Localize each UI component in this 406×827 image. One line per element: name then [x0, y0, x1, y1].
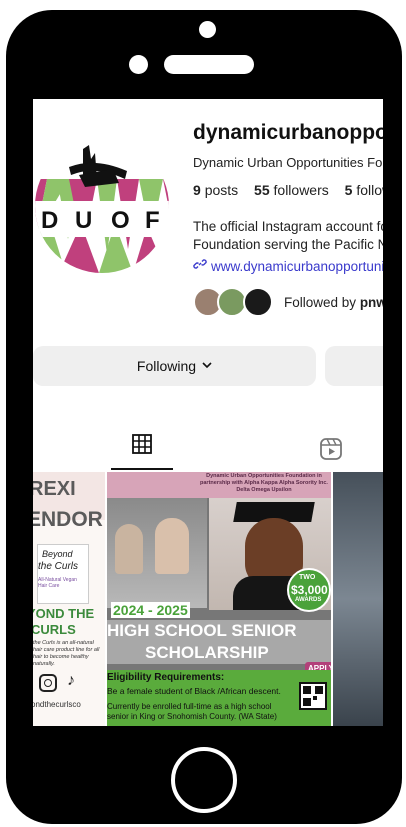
followers-label: followers [273, 182, 329, 198]
followed-by-text[interactable]: Followed by pnw [284, 295, 383, 310]
badge-line-2: AWARDS [295, 597, 322, 603]
post-tile-vendor[interactable]: REXI ENDOR Beyond the Curls All-Natural … [33, 472, 105, 726]
grid-icon [132, 434, 152, 459]
vendor-handle: ondthecurlsco [33, 700, 81, 709]
tab-posts-grid[interactable] [111, 434, 173, 470]
tab-reels[interactable] [319, 437, 343, 461]
post-3-image [333, 472, 383, 726]
vendor-description: the Curls is an all-natural hair care pr… [33, 640, 100, 667]
following-button-label: Following [136, 358, 197, 374]
bg-graduate-2 [155, 518, 189, 574]
badge-amount: $3,000 [291, 583, 328, 597]
vendor-line-2: ENDOR [33, 508, 103, 531]
logo-line-2: the Curls [38, 561, 79, 572]
vendor-line-1: REXI [33, 478, 76, 500]
scholarship-title-2: SCHOLARSHIP [145, 643, 269, 662]
message-button[interactable] [325, 346, 383, 386]
website-text: www.dynamicurbanopportunities.org [211, 259, 383, 274]
profile-bio: The official Instagram account for the D… [193, 218, 383, 254]
post-tile-3[interactable] [333, 472, 383, 726]
post-tile-scholarship[interactable]: Dynamic Urban Opportunities Foundation i… [107, 472, 331, 726]
posts-label: posts [204, 182, 239, 198]
home-button[interactable] [171, 747, 237, 813]
followers-count: 55 [254, 182, 270, 198]
avatar-letter-d: D [41, 207, 59, 234]
following-label: following [356, 182, 383, 198]
following-stat[interactable]: 5 following [345, 182, 383, 198]
mutual-followers-avatars[interactable] [193, 287, 275, 319]
followed-by-prefix: Followed by [284, 295, 357, 310]
chevron-down-icon [202, 360, 212, 372]
following-button[interactable]: Following [33, 346, 316, 386]
badge-line-1: TWO [299, 574, 316, 581]
avatar-letter-u: U [75, 207, 93, 234]
award-badge: TWO $3,000 AWARDS [287, 568, 331, 612]
link-icon [193, 257, 207, 274]
avatar-letter-o: O [111, 207, 130, 234]
profile-website-link[interactable]: www.dynamicurbanopportunities.org [193, 257, 383, 274]
instagram-icon [39, 674, 57, 692]
scholarship-years: 2024 - 2025 [111, 602, 190, 618]
bg-graduate-1 [115, 524, 143, 574]
bio-line-2: Foundation serving the Pacific Northwest [193, 237, 383, 252]
avatar-letter-f: F [145, 207, 160, 234]
bio-line-1: The official Instagram account for the D… [193, 219, 383, 234]
vendor-title-1: YOND THE [33, 606, 95, 621]
posts-count: 9 [193, 182, 201, 198]
followed-by-name: pnw [359, 295, 383, 310]
posts-stat: 9 posts [193, 182, 238, 198]
scholarship-title-1: HIGH SCHOOL SENIOR [107, 621, 297, 640]
earpiece-speaker [164, 55, 254, 74]
profile-full-name: Dynamic Urban Opportunities Foundation [193, 155, 383, 170]
requirement-1: Be a female student of Black /African de… [107, 686, 281, 696]
beyond-curls-logo: Beyond the Curls All-Natural Vegan Hair … [37, 544, 89, 604]
profile-stats: 9 posts 55 followers 5 following [193, 182, 383, 198]
mutual-avatar-3 [243, 287, 273, 317]
front-sensor [199, 21, 216, 38]
following-count: 5 [344, 182, 353, 198]
profile-username: dynamicurbanopportunities [193, 121, 383, 144]
vendor-title-2: CURLS [33, 622, 76, 637]
duof-logo [35, 145, 169, 273]
logo-subtitle: All-Natural Vegan Hair Care [38, 577, 77, 589]
front-camera [129, 55, 148, 74]
requirements-title: Eligibility Requirements: [107, 672, 225, 683]
followers-stat[interactable]: 55 followers [254, 182, 329, 198]
qr-code [299, 682, 327, 710]
scholarship-header: Dynamic Urban Opportunities Foundation i… [200, 473, 328, 493]
profile-avatar[interactable]: D U O F [35, 139, 169, 273]
reels-icon [319, 438, 343, 465]
instagram-screen: D U O F dynamicurbanopportunities Dynami… [33, 99, 383, 726]
tiktok-icon: ♪ [67, 672, 75, 689]
requirement-2: Currently be enrolled full-time as a hig… [107, 702, 277, 721]
logo-line-1: Beyond [42, 549, 73, 559]
